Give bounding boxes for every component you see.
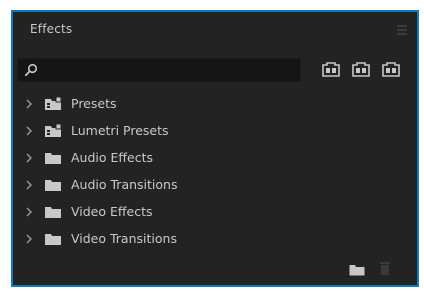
folder-icon bbox=[45, 234, 61, 245]
presets-folder-icon bbox=[45, 124, 62, 137]
chevron-right-icon[interactable] bbox=[25, 153, 33, 163]
tree-item-video-effects[interactable]: Video Effects bbox=[13, 200, 417, 226]
32-bit-color-icon[interactable] bbox=[350, 62, 372, 78]
chevron-right-icon[interactable] bbox=[25, 99, 33, 109]
search-input[interactable] bbox=[42, 59, 298, 81]
tree-item-lumetri-presets[interactable]: Lumetri Presets bbox=[13, 119, 417, 145]
chevron-right-icon[interactable] bbox=[25, 207, 33, 217]
chevron-right-icon[interactable] bbox=[25, 126, 33, 136]
folder-icon bbox=[45, 207, 61, 218]
search-icon bbox=[24, 63, 38, 77]
tree-item-audio-effects[interactable]: Audio Effects bbox=[13, 146, 417, 172]
tree-item-label: Video Transitions bbox=[71, 231, 177, 246]
chevron-right-icon[interactable] bbox=[25, 180, 33, 190]
tree-item-label: Audio Effects bbox=[71, 150, 153, 165]
effects-panel: Effects Presets Lumetri Presets Audio Ef… bbox=[11, 10, 419, 287]
page: Effects Presets Lumetri Presets Audio Ef… bbox=[0, 0, 424, 291]
presets-folder-icon bbox=[45, 97, 62, 110]
tree-item-label: Presets bbox=[71, 96, 117, 111]
tree-item-label: Audio Transitions bbox=[71, 177, 178, 192]
tree-item-label: Lumetri Presets bbox=[71, 123, 169, 138]
panel-menu-icon[interactable] bbox=[397, 25, 407, 35]
accelerated-effects-icon[interactable] bbox=[320, 62, 342, 78]
new-bin-icon[interactable] bbox=[349, 264, 365, 276]
tree-item-presets[interactable]: Presets bbox=[13, 92, 417, 118]
panel-header: Effects bbox=[13, 12, 417, 52]
yuv-effects-icon[interactable] bbox=[380, 62, 402, 78]
folder-icon bbox=[45, 180, 61, 191]
search-bar bbox=[17, 58, 301, 82]
tree-item-video-transitions[interactable]: Video Transitions bbox=[13, 227, 417, 253]
trash-icon[interactable] bbox=[379, 261, 391, 276]
panel-title[interactable]: Effects bbox=[30, 22, 72, 36]
tree-item-audio-transitions[interactable]: Audio Transitions bbox=[13, 173, 417, 199]
tree-item-label: Video Effects bbox=[71, 204, 153, 219]
chevron-right-icon[interactable] bbox=[25, 234, 33, 244]
folder-icon bbox=[45, 153, 61, 164]
